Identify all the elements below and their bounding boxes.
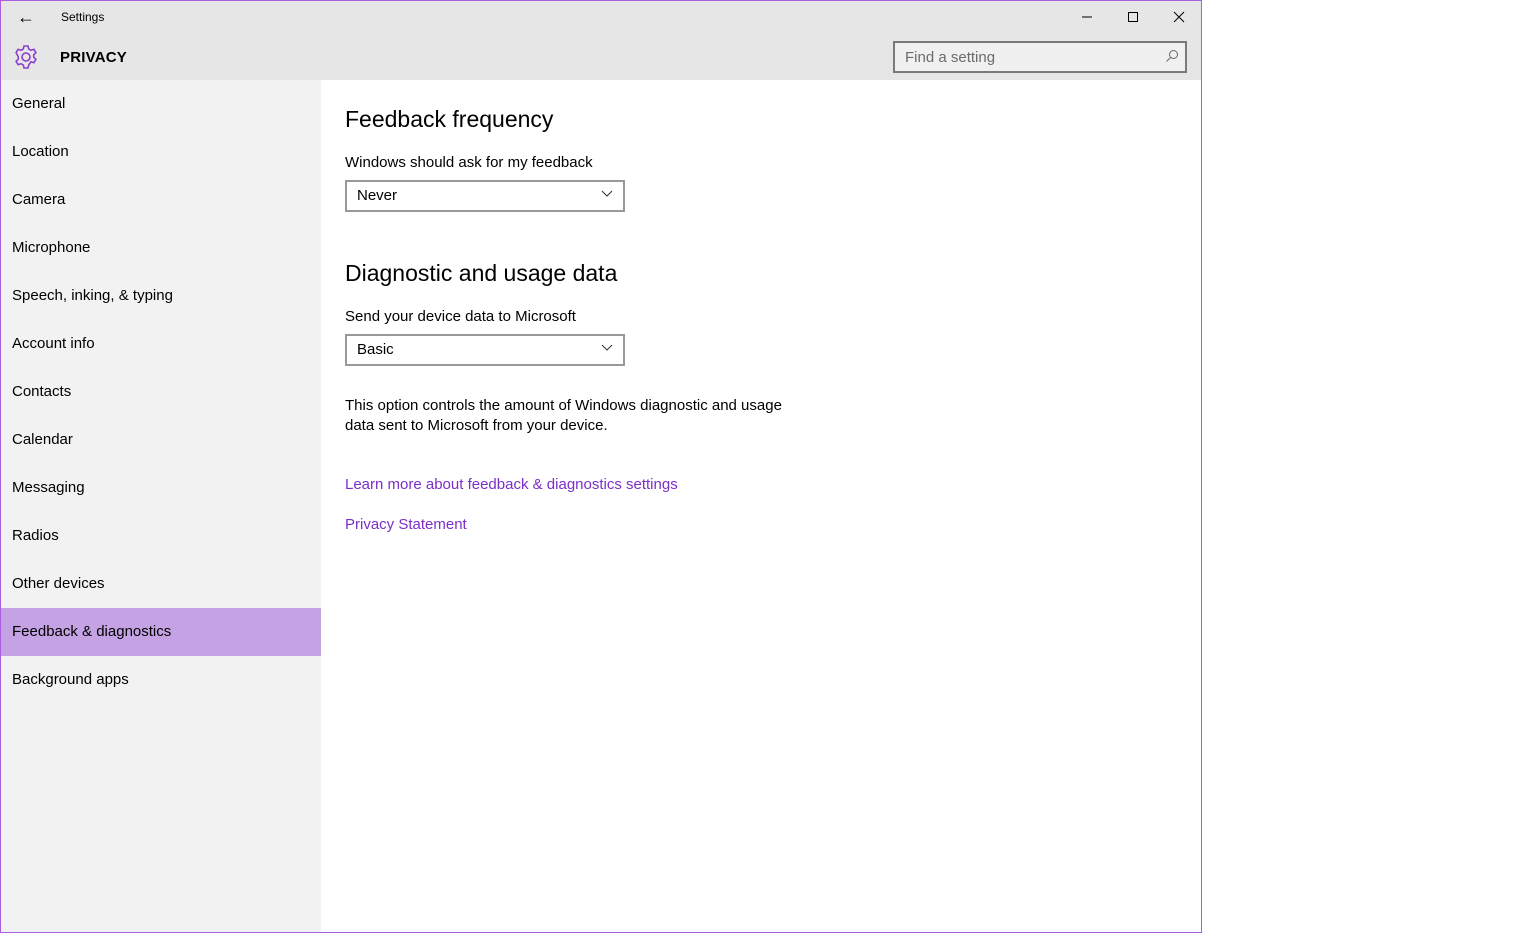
chevron-down-icon <box>601 190 613 197</box>
feedback-frequency-heading: Feedback frequency <box>345 106 554 132</box>
settings-window: ← Settings PRIVACY GeneralLocationCamera… <box>0 0 1202 933</box>
sidebar-item-calendar[interactable]: Calendar <box>1 416 321 464</box>
page-title: PRIVACY <box>60 49 127 66</box>
sidebar-item-general[interactable]: General <box>1 80 321 128</box>
title-bar: ← Settings <box>1 1 1201 33</box>
search-input[interactable] <box>895 43 1165 71</box>
sidebar-item-feedback-diagnostics[interactable]: Feedback & diagnostics <box>1 608 321 656</box>
sidebar-item-radios[interactable]: Radios <box>1 512 321 560</box>
diagnostic-description: This option controls the amount of Windo… <box>345 397 782 434</box>
diagnostic-data-value: Basic <box>357 341 394 358</box>
sidebar-item-microphone[interactable]: Microphone <box>1 224 321 272</box>
sidebar-item-camera[interactable]: Camera <box>1 176 321 224</box>
privacy-statement-link[interactable]: Privacy Statement <box>345 516 467 533</box>
search-icon[interactable] <box>1165 49 1179 63</box>
diagnostic-label: Send your device data to Microsoft <box>345 308 576 325</box>
chevron-down-icon <box>601 344 613 351</box>
sidebar-item-messaging[interactable]: Messaging <box>1 464 321 512</box>
close-icon <box>1173 11 1185 23</box>
maximize-icon <box>1128 12 1138 22</box>
sidebar-item-speech-inking-typing[interactable]: Speech, inking, & typing <box>1 272 321 320</box>
search-box[interactable] <box>893 41 1187 73</box>
sidebar-item-contacts[interactable]: Contacts <box>1 368 321 416</box>
sidebar-item-account-info[interactable]: Account info <box>1 320 321 368</box>
back-button[interactable]: ← <box>15 7 37 27</box>
sidebar-item-background-apps[interactable]: Background apps <box>1 656 321 704</box>
learn-more-link[interactable]: Learn more about feedback & diagnostics … <box>345 476 678 493</box>
window-title: Settings <box>61 10 105 24</box>
diagnostic-heading: Diagnostic and usage data <box>345 260 618 286</box>
sidebar-item-other-devices[interactable]: Other devices <box>1 560 321 608</box>
feedback-frequency-dropdown[interactable]: Never <box>345 180 625 212</box>
gear-icon <box>15 45 37 69</box>
maximize-button[interactable] <box>1110 1 1156 33</box>
close-button[interactable] <box>1156 1 1202 33</box>
minimize-button[interactable] <box>1064 1 1110 33</box>
diagnostic-data-dropdown[interactable]: Basic <box>345 334 625 366</box>
sidebar: General Location Camera Microphone Speech, i… <box>1 80 321 932</box>
sidebar-item-location[interactable]: Location <box>1 128 321 176</box>
feedback-frequency-label: Windows should ask for my feedback <box>345 154 593 171</box>
minimize-icon <box>1082 16 1092 18</box>
page-header: PRIVACY <box>1 33 1201 80</box>
feedback-frequency-value: Never <box>357 187 398 204</box>
